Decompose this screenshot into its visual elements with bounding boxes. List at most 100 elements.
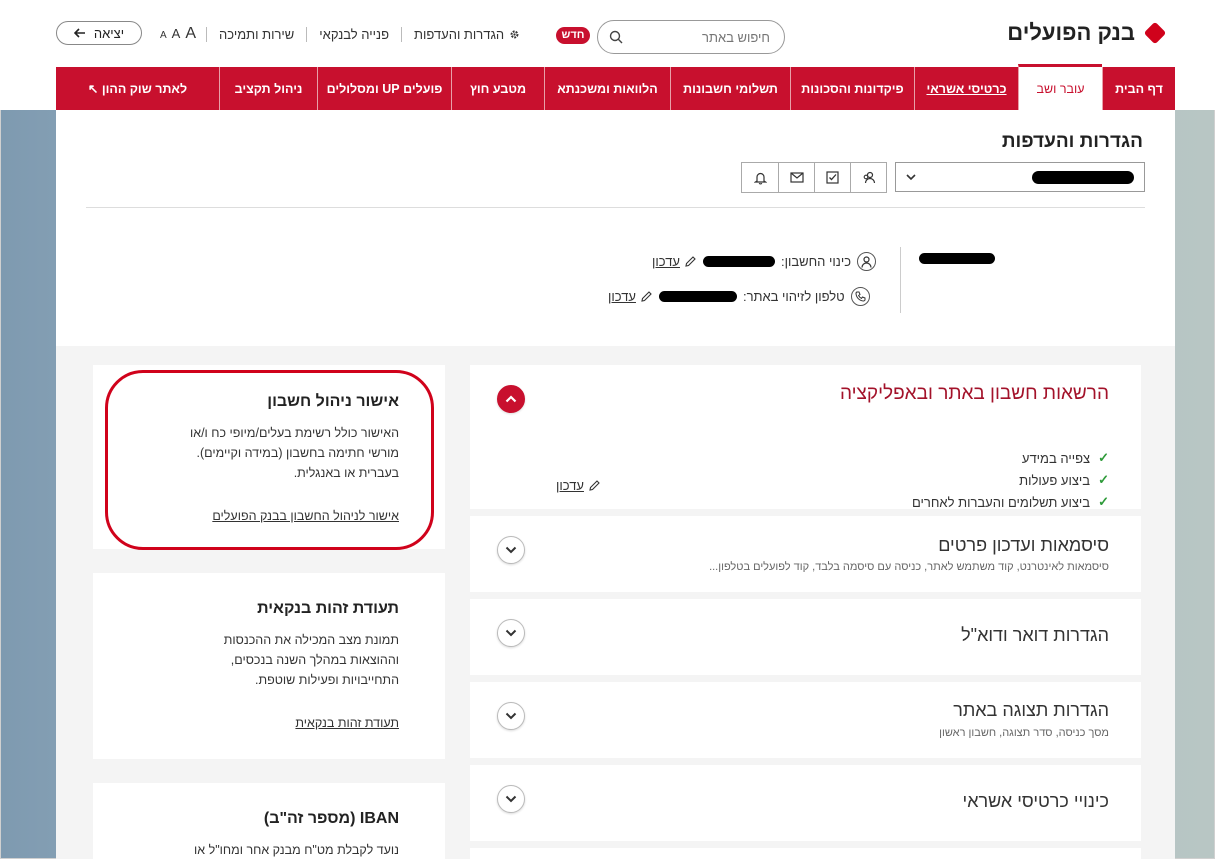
edit-label: עדכון	[556, 478, 584, 493]
util-link-banker[interactable]: פנייה לבנקאי	[306, 26, 401, 42]
nav-label: פיקדונות והסכונות	[801, 81, 904, 96]
nav-label: הלוואות ומשכנתא	[557, 81, 658, 96]
bell-button[interactable]	[742, 163, 778, 192]
approval-button[interactable]	[814, 163, 850, 192]
gear-icon	[510, 30, 519, 38]
font-size-large[interactable]: A	[185, 25, 196, 43]
person-icon	[857, 252, 877, 271]
sidebar-card-body: האישור כולל רשימת בעלים/מיופי כח ו/או מו…	[113, 423, 399, 483]
pencil-icon	[589, 480, 600, 491]
account-nickname-label: כינוי החשבון:	[780, 254, 852, 269]
permission-label: צפייה במידע	[1021, 450, 1091, 466]
accordion-subtitle: מסך כניסה, סדר תצוגה, חשבון ראשון	[939, 727, 1109, 739]
bank-id-link[interactable]: תעודת זהות בנקאית	[295, 716, 399, 730]
exit-button[interactable]: יציאה	[56, 21, 142, 45]
check-icon: ✓	[1098, 472, 1109, 487]
expand-button[interactable]	[497, 785, 525, 813]
body-line: מורשי חתימה בחשבון (במידה וקיימים).	[196, 446, 399, 460]
permission-item: ✓ ביצוע פעולות	[912, 469, 1109, 491]
permissions-list: ✓ צפייה במידע ✓ ביצוע פעולות ✓ ביצוע תשלומי…	[912, 447, 1109, 513]
body-line: האישור כולל רשימת בעלים/מיופי כח ו/או	[189, 426, 399, 440]
pencil-icon	[641, 291, 652, 302]
expand-button[interactable]	[497, 619, 525, 647]
nav-capital-market[interactable]: לאתר שוק ההון ↖	[56, 67, 219, 110]
nav-label: כרטיסי אשראי	[926, 81, 1007, 96]
search-icon[interactable]	[609, 30, 623, 44]
nav-credit-cards[interactable]: כרטיסי אשראי	[914, 67, 1018, 110]
sidebar-card-iban: IBAN (מספר זה"ב) נועד לקבלת מט"ח מבנק אח…	[93, 783, 445, 859]
sidebar-card-body: תמונת מצב המכילה את ההכנסות וההוצאות במה…	[113, 630, 399, 690]
accordion-title: הגדרות דואר ודוא"ל	[961, 625, 1109, 645]
nav-label: פועלים UP ומסלולים	[326, 81, 443, 96]
accordion-passwords[interactable]: סיסמאות ועדכון פרטים סיסמאות לאינטרנט, ק…	[470, 516, 1141, 592]
account-nickname-row: כינוי החשבון: עדכון	[652, 252, 877, 271]
chevron-down-icon	[505, 712, 517, 720]
nav-label: ניהול תקציב	[234, 81, 303, 96]
nav-current-account[interactable]: עובר ושב	[1018, 64, 1102, 110]
nav-label: תשלומי חשבונות	[683, 81, 778, 96]
utility-links: הגדרות והעדפות פנייה לבנקאי שירות ותמיכה…	[150, 25, 532, 43]
nav-deposits[interactable]: פיקדונות והסכונות	[790, 67, 914, 110]
nav-foreign-currency[interactable]: מטבע חוץ	[451, 67, 544, 110]
util-link-support[interactable]: שירות ותמיכה	[206, 26, 306, 42]
nav-loans-mortgage[interactable]: הלוואות ומשכנתא	[544, 67, 670, 110]
users-button[interactable]	[850, 163, 886, 192]
nav-poalim-up[interactable]: פועלים UP ומסלולים	[317, 67, 451, 110]
redacted-phone	[658, 291, 737, 302]
nav-home[interactable]: דף הבית	[1102, 67, 1175, 110]
util-link-settings[interactable]: הגדרות והעדפות	[401, 26, 532, 42]
accordion-subtitle: סיסמאות לאינטרנט, קוד משתמש לאתר, כניסה …	[709, 561, 1109, 573]
chevron-up-icon	[505, 395, 517, 403]
body-line: נועד לקבלת מט"ח מבנק אחר ומחו"ל או	[194, 843, 399, 857]
collapse-button[interactable]	[497, 385, 525, 413]
arrow-left-icon	[73, 28, 85, 38]
logo-text: בנק הפועלים	[1007, 20, 1135, 45]
sidebar-card-title: אישור ניהול חשבון	[267, 393, 399, 410]
chevron-down-icon	[505, 546, 517, 554]
new-badge: חדש	[556, 27, 590, 44]
redacted-account-holder	[919, 253, 995, 264]
accordion-display[interactable]: הגדרות תצוגה באתר מסך כניסה, סדר תצוגה, …	[470, 682, 1141, 758]
mail-button[interactable]	[778, 163, 814, 192]
permission-item: ✓ ביצוע תשלומים והעברות לאחרים	[912, 491, 1109, 513]
redacted-nickname	[702, 256, 775, 267]
phone-label: טלפון לזיהוי באתר:	[742, 289, 845, 304]
nav-label: עובר ושב	[1036, 81, 1085, 96]
nav-bill-payments[interactable]: תשלומי חשבונות	[670, 67, 790, 110]
sidebar-card-title: תעודת זהות בנקאית	[257, 600, 399, 617]
nav-budget[interactable]: ניהול תקציב	[219, 67, 317, 110]
font-size-controls: A A A	[150, 25, 206, 43]
divider	[86, 207, 1145, 208]
expand-button[interactable]	[497, 536, 525, 564]
nav-label: לאתר שוק ההון ↖	[87, 82, 188, 96]
font-size-small[interactable]: A	[160, 30, 167, 41]
edit-phone-link[interactable]: עדכון	[608, 289, 653, 304]
search-input[interactable]	[630, 29, 770, 45]
edit-permissions-link[interactable]: עדכון	[556, 478, 601, 493]
nav-label: מטבע חוץ	[469, 81, 527, 96]
expand-button[interactable]	[497, 702, 525, 730]
account-mgmt-link[interactable]: אישור לניהול החשבון בבנק הפועלים	[212, 509, 399, 523]
phone-row: טלפון לזיהוי באתר: עדכון	[608, 287, 870, 306]
util-link-label: הגדרות והעדפות	[414, 26, 505, 42]
quick-settings-icons	[741, 162, 887, 193]
account-select[interactable]	[895, 162, 1145, 192]
checkbox-icon	[826, 171, 839, 184]
pencil-icon	[685, 256, 696, 267]
accordion-permissions: הרשאות חשבון באתר ובאפליקציה ✓ צפייה במיד…	[470, 365, 1141, 510]
exit-label: יציאה	[93, 25, 125, 41]
font-size-medium[interactable]: A	[172, 26, 181, 41]
body-line: בעברית או באנגלית.	[293, 466, 399, 480]
body-line: תמונת מצב המכילה את ההכנסות	[223, 633, 399, 647]
check-icon: ✓	[1098, 450, 1109, 465]
body-line: וההוצאות במהלך השנה בנכסים,	[230, 653, 399, 667]
sidebar-card-title: IBAN (מספר זה"ב)	[263, 810, 399, 827]
accordion-title[interactable]: הרשאות חשבון באתר ובאפליקציה	[840, 383, 1109, 405]
check-icon: ✓	[1098, 494, 1109, 509]
accordion-mail[interactable]: הגדרות דואר ודוא"ל	[470, 599, 1141, 675]
accordion-card-nicknames[interactable]: כינויי כרטיסי אשראי	[470, 765, 1141, 841]
edit-nickname-link[interactable]: עדכון	[652, 254, 697, 269]
site-search[interactable]	[597, 20, 785, 54]
phone-icon	[850, 287, 870, 306]
bank-logo[interactable]: בנק הפועלים	[1007, 20, 1167, 46]
